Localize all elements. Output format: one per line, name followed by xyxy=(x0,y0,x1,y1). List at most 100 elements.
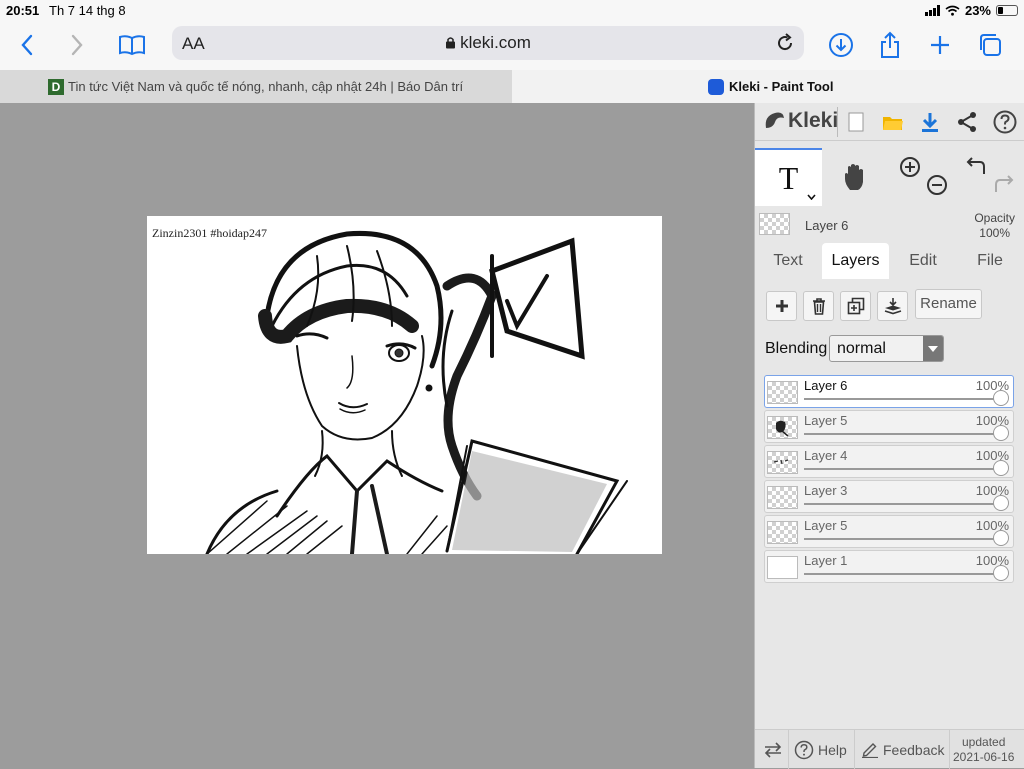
layer-thumbnail xyxy=(767,451,798,474)
download-button[interactable] xyxy=(917,109,943,135)
rename-layer-button[interactable]: Rename xyxy=(915,289,982,319)
share-image-button[interactable] xyxy=(954,109,980,135)
tab-title: Kleki - Paint Tool xyxy=(729,79,834,94)
tab-edit[interactable]: Edit xyxy=(890,243,956,279)
tab-layers[interactable]: Layers xyxy=(822,243,889,279)
panel-header: Kleki xyxy=(755,103,1024,141)
layer-row[interactable]: Layer 5 100% xyxy=(764,515,1014,548)
layer-name: Layer 1 xyxy=(804,553,848,568)
chevron-down-icon xyxy=(807,194,816,200)
layer-opacity-slider[interactable] xyxy=(993,565,1009,581)
dropdown-arrow-icon xyxy=(923,336,943,361)
bookmarks-button[interactable] xyxy=(117,30,147,60)
opacity-value: 100% xyxy=(979,226,1010,240)
drawing-canvas[interactable]: Zinzin2301 #hoidap247 xyxy=(147,216,662,554)
new-image-button[interactable] xyxy=(843,109,869,135)
tabs-icon xyxy=(980,34,1001,56)
battery-percent: 23% xyxy=(964,3,991,18)
new-file-icon xyxy=(848,112,864,132)
forward-button[interactable] xyxy=(62,30,92,60)
help-button[interactable] xyxy=(992,109,1018,135)
text-tool-icon: T xyxy=(778,159,799,196)
chevron-left-icon xyxy=(21,34,33,56)
layer-opacity-track xyxy=(804,538,1006,540)
address-bar[interactable]: AA kleki.com xyxy=(172,26,804,60)
layer-opacity-slider[interactable] xyxy=(993,530,1009,546)
tab-file[interactable]: File xyxy=(957,243,1023,279)
feedback-pen-icon xyxy=(862,742,878,758)
duplicate-layer-button[interactable] xyxy=(840,291,871,321)
tab-text[interactable]: Text xyxy=(755,243,821,279)
layer-opacity-track xyxy=(804,433,1006,435)
hand-tool-button[interactable] xyxy=(822,148,889,206)
help-link[interactable]: Help xyxy=(794,730,847,769)
sketch-drawing xyxy=(205,230,628,554)
signal-icon xyxy=(924,5,940,16)
layers-tab-content: Rename Blending normal Layer 6 100% Laye… xyxy=(755,279,1024,729)
layer-opacity-track xyxy=(804,398,1006,400)
layer-row[interactable]: Layer 6 100% xyxy=(764,375,1014,408)
merge-layer-button[interactable] xyxy=(877,291,908,321)
downloads-button[interactable] xyxy=(826,30,856,60)
layer-thumbnail xyxy=(767,381,798,404)
swap-side-button[interactable] xyxy=(763,730,783,769)
open-image-button[interactable] xyxy=(880,109,906,135)
kleki-logo-icon xyxy=(765,112,784,128)
new-tab-button[interactable] xyxy=(925,30,955,60)
zoom-controls xyxy=(895,148,955,206)
wifi-icon xyxy=(945,5,960,16)
blending-select[interactable]: normal xyxy=(829,335,944,362)
current-layer-name: Layer 6 xyxy=(805,218,849,233)
layer-thumbnail xyxy=(767,521,798,544)
undo-icon[interactable] xyxy=(966,156,988,176)
layer-name: Layer 3 xyxy=(804,483,848,498)
status-right: 23% xyxy=(924,3,1018,18)
back-button[interactable] xyxy=(12,30,42,60)
zoom-in-icon[interactable] xyxy=(899,156,921,178)
layer-name: Layer 6 xyxy=(804,378,848,393)
zoom-out-icon[interactable] xyxy=(926,174,948,196)
layer-opacity-slider[interactable] xyxy=(993,425,1009,441)
tab-strip: D Tin tức Việt Nam và quốc tế nóng, nhan… xyxy=(0,70,1024,103)
layer-thumbnail xyxy=(767,486,798,509)
updated-label: updated xyxy=(962,735,1006,749)
chevron-right-icon xyxy=(71,34,83,56)
text-tool-button[interactable]: T xyxy=(755,148,822,206)
download-circle-icon xyxy=(829,33,853,57)
url-domain: kleki.com xyxy=(172,33,804,53)
undo-redo-controls xyxy=(960,148,1022,206)
reload-icon[interactable] xyxy=(774,32,796,54)
layer-opacity-slider[interactable] xyxy=(993,460,1009,476)
blending-value: normal xyxy=(837,340,886,357)
opacity-label: Opacity xyxy=(974,211,1015,225)
tab-kleki[interactable]: Kleki - Paint Tool xyxy=(512,70,1024,103)
layer-row[interactable]: Layer 4 100% xyxy=(764,445,1014,478)
add-layer-button[interactable] xyxy=(766,291,797,321)
canvas-workarea[interactable]: Zinzin2301 #hoidap247 xyxy=(0,103,754,768)
layer-thumbnail xyxy=(767,556,798,579)
layer-opacity-slider[interactable] xyxy=(993,390,1009,406)
layer-row[interactable]: Layer 3 100% xyxy=(764,480,1014,513)
delete-layer-button[interactable] xyxy=(803,291,834,321)
share-button[interactable] xyxy=(875,30,905,60)
duplicate-icon xyxy=(847,297,864,315)
browser-toolbar: AA kleki.com xyxy=(0,22,1024,70)
tool-row: T xyxy=(755,148,1024,206)
folder-icon xyxy=(883,117,903,130)
layer-row[interactable]: Layer 1 100% xyxy=(764,550,1014,583)
plus-icon xyxy=(931,36,949,54)
blending-label: Blending xyxy=(765,340,828,357)
layer-row[interactable]: Layer 5 100% xyxy=(764,410,1014,443)
question-icon xyxy=(993,110,1017,134)
kleki-brand-text: Kleki xyxy=(788,109,839,132)
redo-icon[interactable] xyxy=(992,174,1014,194)
layer-opacity-slider[interactable] xyxy=(993,495,1009,511)
layer-name: Layer 5 xyxy=(804,413,848,428)
panel-tabs: Text Layers Edit File xyxy=(755,243,1024,279)
panel-footer: Help Feedback updated 2021-06-16 xyxy=(755,729,1024,769)
tabs-overview-button[interactable] xyxy=(975,30,1005,60)
updated-date: 2021-06-16 xyxy=(953,750,1015,764)
feedback-link[interactable]: Feedback xyxy=(861,730,944,769)
tab-dantri[interactable]: D Tin tức Việt Nam và quốc tế nóng, nhan… xyxy=(0,70,512,103)
layer-opacity-track xyxy=(804,503,1006,505)
